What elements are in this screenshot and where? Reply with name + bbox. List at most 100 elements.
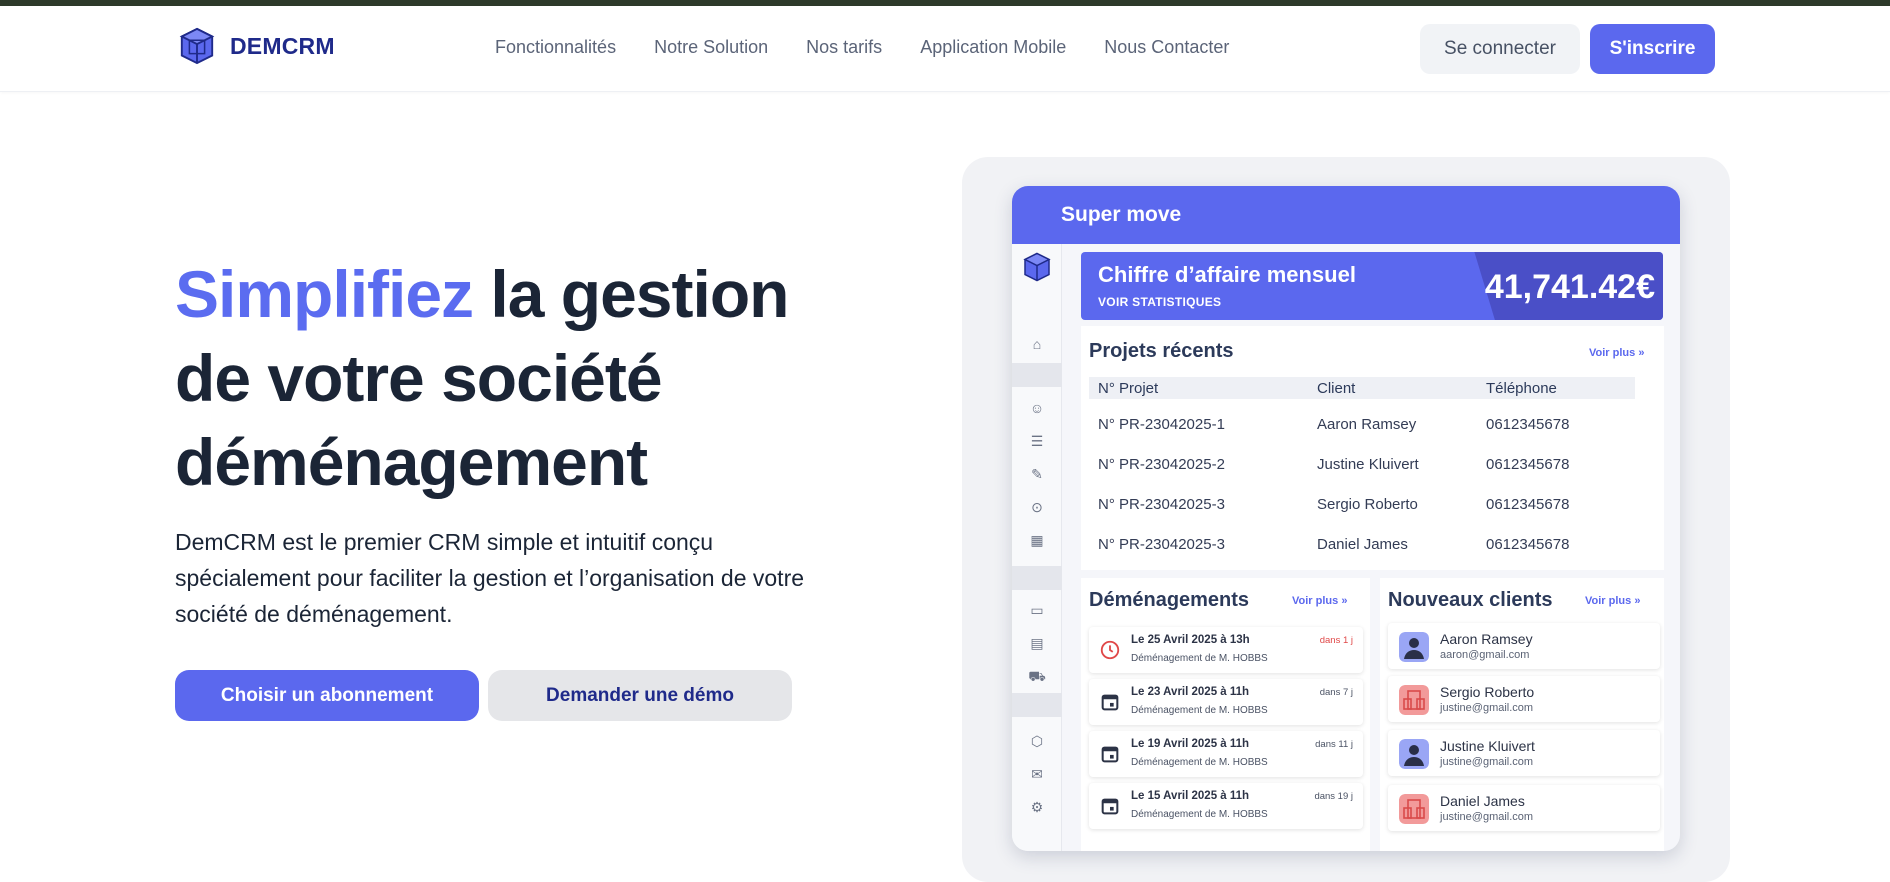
move-due: dans 1 j xyxy=(1319,635,1353,646)
edit-icon[interactable]: ✎ xyxy=(1028,465,1046,483)
moves-more-link[interactable]: Voir plus » xyxy=(1292,595,1347,607)
calendar-icon[interactable]: ▦ xyxy=(1028,531,1046,549)
hero-title: Simplifiez la gestion de votre société d… xyxy=(175,252,835,504)
revenue-amount: 41,741.42€ xyxy=(1484,268,1655,306)
move-item[interactable]: Le 15 Avril 2025 à 11h Déménagement de M… xyxy=(1089,783,1363,829)
moves-card: Déménagements Voir plus » Le 25 Avril 20… xyxy=(1081,578,1370,851)
nav-item-contact[interactable]: Nous Contacter xyxy=(1104,37,1229,58)
person-avatar-icon xyxy=(1399,632,1429,662)
hero-section: Simplifiez la gestion de votre société d… xyxy=(175,252,835,504)
client-item[interactable]: Justine Kluivert justine@gmail.com xyxy=(1388,730,1660,776)
table-cell-project[interactable]: N° PR-23042025-2 xyxy=(1098,456,1225,473)
nav-item-tarifs[interactable]: Nos tarifs xyxy=(806,37,882,58)
client-name: Sergio Roberto xyxy=(1440,684,1535,700)
table-cell-client: Justine Kluivert xyxy=(1317,456,1419,473)
move-label: Déménagement de M. HOBBS xyxy=(1131,757,1268,768)
person-avatar-icon xyxy=(1399,739,1429,769)
move-date: Le 15 Avril 2025 à 11h xyxy=(1131,790,1250,802)
client-email: aaron@gmail.com xyxy=(1440,649,1530,661)
sidebar-separator xyxy=(1012,363,1062,387)
demo-button[interactable]: Demander une démo xyxy=(488,670,792,721)
table-cell-client: Aaron Ramsey xyxy=(1317,416,1417,433)
client-item[interactable]: Sergio Roberto justine@gmail.com xyxy=(1388,676,1660,722)
move-item[interactable]: Le 25 Avril 2025 à 13h Déménagement de M… xyxy=(1089,627,1363,673)
dashboard-topbar: Super move xyxy=(1012,186,1680,244)
nav-item-fonctionnalites[interactable]: Fonctionnalités xyxy=(495,37,616,58)
move-label: Déménagement de M. HOBBS xyxy=(1131,809,1268,820)
settings-icon[interactable]: ⚙ xyxy=(1028,798,1046,816)
column-header-project: N° Projet xyxy=(1098,380,1159,397)
calendar-icon xyxy=(1101,798,1119,815)
company-avatar-icon xyxy=(1399,794,1429,824)
box-icon[interactable]: ⬡ xyxy=(1028,732,1046,750)
client-item[interactable]: Daniel James justine@gmail.com xyxy=(1388,785,1660,831)
signup-button[interactable]: S'inscrire xyxy=(1590,24,1715,74)
revenue-title: Chiffre d’affaire mensuel xyxy=(1098,262,1356,287)
table-cell-client: Daniel James xyxy=(1317,536,1408,553)
recent-projects-card: Projets récents Voir plus » N° Projet Cl… xyxy=(1081,326,1664,570)
client-item[interactable]: Aaron Ramsey aaron@gmail.com xyxy=(1388,623,1660,669)
client-name: Daniel James xyxy=(1440,793,1525,809)
main-nav: Fonctionnalités Notre Solution Nos tarif… xyxy=(495,37,1229,58)
chevrons-right-icon: » xyxy=(1638,347,1645,359)
chevrons-right-icon: » xyxy=(1634,595,1641,607)
new-clients-card: Nouveaux clients Voir plus » Aaron Ramse… xyxy=(1380,578,1664,851)
projects-more-label: Voir plus xyxy=(1589,347,1636,359)
table-cell-project[interactable]: N° PR-23042025-1 xyxy=(1098,416,1225,433)
hero-description: DemCRM est le premier CRM simple et intu… xyxy=(175,529,805,627)
truck-icon[interactable]: ⛟ xyxy=(1028,667,1046,685)
hero-title-accent: Simplifiez xyxy=(175,257,474,331)
move-due: dans 7 j xyxy=(1319,687,1353,698)
client-email: justine@gmail.com xyxy=(1440,756,1534,768)
client-email: justine@gmail.com xyxy=(1440,702,1534,714)
moves-more-label: Voir plus xyxy=(1292,595,1339,607)
sidebar-logo-icon xyxy=(1023,252,1051,282)
move-item[interactable]: Le 23 Avril 2025 à 11h Déménagement de M… xyxy=(1089,679,1363,725)
revenue-stats-link[interactable]: VOIR STATISTIQUES xyxy=(1098,295,1221,309)
move-due: dans 19 j xyxy=(1314,791,1353,802)
dashboard-app-name: Super move xyxy=(1061,203,1182,226)
users-icon[interactable]: ☺ xyxy=(1028,399,1046,417)
table-cell-client: Sergio Roberto xyxy=(1317,496,1418,513)
client-name: Aaron Ramsey xyxy=(1440,631,1533,647)
nav-item-mobile[interactable]: Application Mobile xyxy=(920,37,1066,58)
home-icon[interactable]: ⌂ xyxy=(1028,335,1046,353)
site-header: DEMCRM Fonctionnalités Notre Solution No… xyxy=(0,6,1890,92)
clients-more-label: Voir plus xyxy=(1585,595,1632,607)
move-due: dans 11 j xyxy=(1315,739,1353,750)
table-cell-phone: 0612345678 xyxy=(1486,416,1570,433)
calendar-icon xyxy=(1101,746,1119,763)
login-button[interactable]: Se connecter xyxy=(1420,24,1580,74)
projects-title: Projets récents xyxy=(1089,340,1234,362)
nav-item-solution[interactable]: Notre Solution xyxy=(654,37,768,58)
move-date: Le 25 Avril 2025 à 13h xyxy=(1131,634,1250,646)
clock-icon xyxy=(1100,640,1120,660)
dashboard-sidebar: ⌂ ☺ ☰ ✎ ⊙ ▦ ▭ ▤ ⛟ ⬡ ✉ ⚙ xyxy=(1012,244,1062,851)
location-icon[interactable]: ⊙ xyxy=(1028,498,1046,516)
brand-name: DEMCRM xyxy=(230,32,335,59)
brand-logo[interactable]: DEMCRM xyxy=(178,27,335,65)
clipboard-icon[interactable]: ▭ xyxy=(1028,601,1046,619)
clients-more-link[interactable]: Voir plus » xyxy=(1585,595,1640,607)
column-header-client: Client xyxy=(1317,380,1356,397)
calendar-icon xyxy=(1101,694,1119,711)
table-cell-phone: 0612345678 xyxy=(1486,456,1570,473)
table-cell-phone: 0612345678 xyxy=(1486,496,1570,513)
client-email: justine@gmail.com xyxy=(1440,811,1534,823)
table-cell-project[interactable]: N° PR-23042025-3 xyxy=(1098,496,1225,513)
moves-title: Déménagements xyxy=(1089,589,1250,611)
list-icon[interactable]: ☰ xyxy=(1028,432,1046,450)
projects-more-link[interactable]: Voir plus » xyxy=(1589,347,1644,359)
table-cell-phone: 0612345678 xyxy=(1486,536,1570,553)
column-header-phone: Téléphone xyxy=(1486,380,1557,397)
document-icon[interactable]: ▤ xyxy=(1028,634,1046,652)
subscribe-button[interactable]: Choisir un abonnement xyxy=(175,670,479,721)
sidebar-separator xyxy=(1012,566,1062,590)
mail-icon[interactable]: ✉ xyxy=(1028,765,1046,783)
move-item[interactable]: Le 19 Avril 2025 à 11h Déménagement de M… xyxy=(1089,731,1363,777)
table-cell-project[interactable]: N° PR-23042025-3 xyxy=(1098,536,1225,553)
move-date: Le 19 Avril 2025 à 11h xyxy=(1131,738,1250,750)
chevrons-right-icon: » xyxy=(1341,595,1348,607)
revenue-card[interactable]: Chiffre d’affaire mensuel VOIR STATISTIQ… xyxy=(1081,252,1663,320)
move-label: Déménagement de M. HOBBS xyxy=(1131,653,1268,664)
